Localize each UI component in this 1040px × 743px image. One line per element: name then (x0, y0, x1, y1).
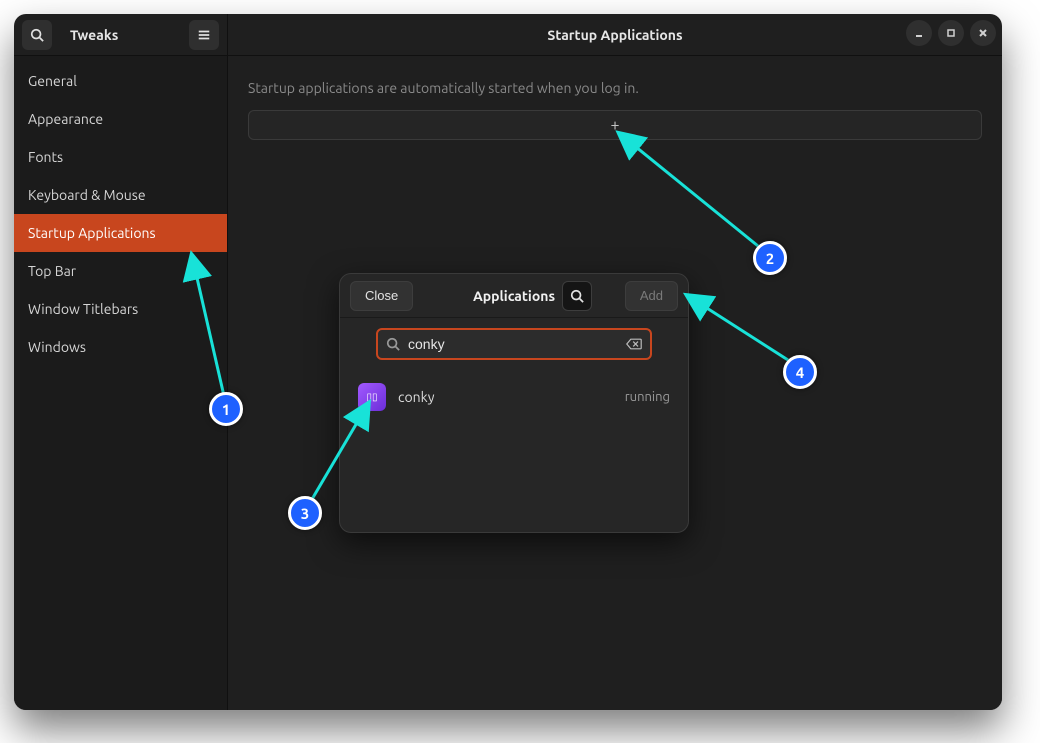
dialog-header: Close Applications Add (340, 274, 688, 318)
conky-app-icon: ▯▯ (358, 383, 386, 411)
minimize-icon (914, 28, 924, 38)
sidebar-item-label: Startup Applications (28, 225, 156, 241)
sidebar-item-appearance[interactable]: Appearance (14, 100, 227, 138)
search-icon (30, 28, 44, 42)
sidebar-item-label: Top Bar (28, 263, 76, 279)
sidebar-item-windows[interactable]: Windows (14, 328, 227, 366)
sidebar-item-keyboard-mouse[interactable]: Keyboard & Mouse (14, 176, 227, 214)
headerbar-right: Startup Applications (228, 14, 1002, 55)
app-title: Tweaks (58, 27, 183, 43)
headerbar-left: Tweaks (14, 14, 228, 55)
dialog-close-button[interactable]: Close (350, 281, 413, 311)
add-startup-app-button[interactable]: + (248, 110, 982, 140)
sidebar-item-label: Fonts (28, 149, 63, 165)
hamburger-icon (197, 28, 211, 42)
app-picker-dialog: Close Applications Add ▯▯ (339, 273, 689, 533)
tweaks-window: Tweaks Startup Applications General (14, 14, 1002, 710)
dialog-results-list: ▯▯ conky running (340, 370, 688, 532)
close-button[interactable] (970, 20, 996, 46)
panel-title: Startup Applications (547, 27, 682, 43)
maximize-icon (946, 28, 956, 38)
plus-icon: + (610, 117, 619, 133)
annotation-bubble-1: 1 (209, 392, 243, 426)
annotation-bubble-3: 3 (288, 496, 322, 530)
panel-description: Startup applications are automatically s… (248, 80, 982, 96)
sidebar-item-label: Keyboard & Mouse (28, 187, 146, 203)
sidebar-item-label: General (28, 73, 77, 89)
app-result-name: conky (398, 389, 435, 405)
dialog-title: Applications (473, 288, 555, 304)
main-panel: Startup applications are automatically s… (228, 56, 1002, 710)
sidebar-item-startup-applications[interactable]: Startup Applications (14, 214, 227, 252)
sidebar-item-label: Appearance (28, 111, 103, 127)
dialog-search-input[interactable] (408, 336, 618, 352)
sidebar-item-label: Window Titlebars (28, 301, 138, 317)
sidebar-item-fonts[interactable]: Fonts (14, 138, 227, 176)
search-button[interactable] (22, 20, 52, 50)
maximize-button[interactable] (938, 20, 964, 46)
dialog-add-button[interactable]: Add (625, 281, 678, 311)
search-icon (570, 289, 584, 303)
minimize-button[interactable] (906, 20, 932, 46)
app-result-row[interactable]: ▯▯ conky running (350, 374, 678, 420)
window-body: General Appearance Fonts Keyboard & Mous… (14, 56, 1002, 710)
search-icon (386, 337, 400, 351)
window-controls (906, 20, 996, 46)
dialog-search-box (376, 328, 652, 360)
clear-icon[interactable] (626, 338, 642, 350)
annotation-bubble-4: 4 (783, 355, 817, 389)
dialog-search-wrap (340, 318, 688, 370)
close-icon (978, 28, 988, 38)
app-result-status: running (625, 390, 670, 404)
sidebar: General Appearance Fonts Keyboard & Mous… (14, 56, 228, 710)
sidebar-item-label: Windows (28, 339, 86, 355)
headerbar: Tweaks Startup Applications (14, 14, 1002, 56)
sidebar-item-window-titlebars[interactable]: Window Titlebars (14, 290, 227, 328)
sidebar-item-top-bar[interactable]: Top Bar (14, 252, 227, 290)
dialog-search-toggle[interactable] (562, 281, 592, 311)
annotation-bubble-2: 2 (753, 241, 787, 275)
sidebar-item-general[interactable]: General (14, 62, 227, 100)
hamburger-menu-button[interactable] (189, 20, 219, 50)
